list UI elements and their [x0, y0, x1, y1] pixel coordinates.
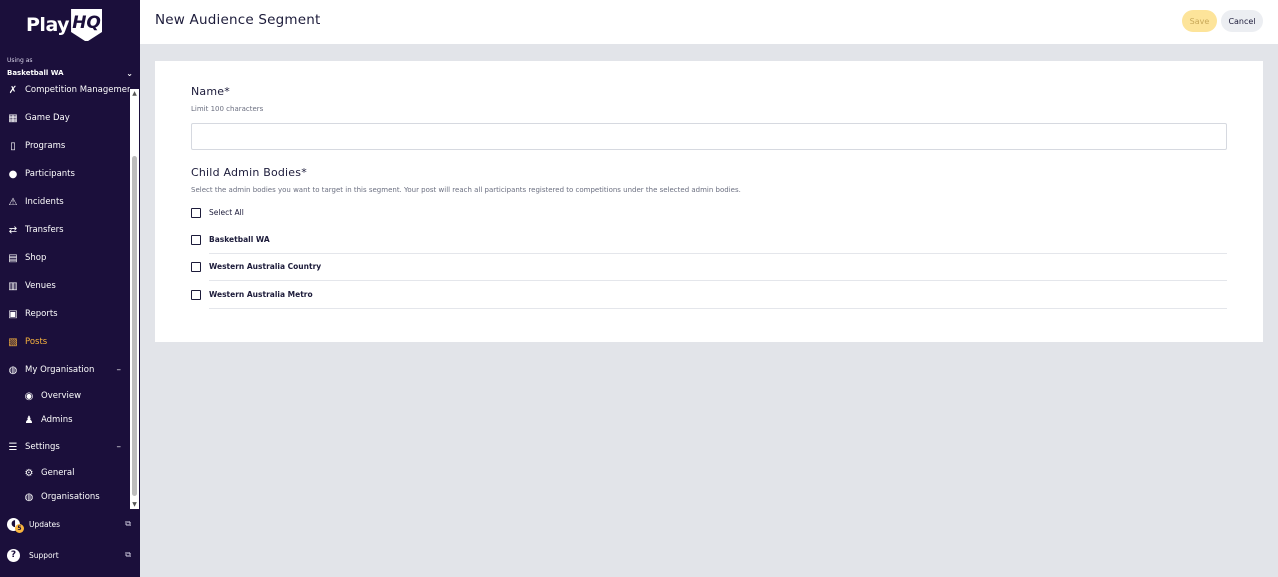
- sidebar-item-label: Venues: [25, 281, 56, 291]
- page-title: New Audience Segment: [155, 12, 321, 28]
- sidebar-item-participants[interactable]: ● Participants: [0, 164, 130, 184]
- sidebar-item-venues[interactable]: ▥ Venues: [0, 276, 130, 296]
- posts-icon: ▧: [8, 336, 18, 348]
- child-admin-bodies-hint: Select the admin bodies you want to targ…: [191, 186, 741, 194]
- name-field-hint: Limit 100 characters: [191, 105, 264, 113]
- page-header: New Audience Segment Save Cancel: [140, 0, 1278, 44]
- admin-body-row[interactable]: Western Australia Metro: [191, 282, 1227, 309]
- sidebar-item-general[interactable]: ⚙ General: [0, 463, 130, 483]
- globe-icon: ◍: [8, 364, 18, 376]
- organisation-selector[interactable]: Basketball WA ⌄: [7, 67, 133, 79]
- sidebar-item-shop[interactable]: ▤ Shop: [0, 248, 130, 268]
- segment-form-card: Name* Limit 100 characters Child Admin B…: [155, 61, 1263, 342]
- sidebar-item-programs[interactable]: ▯ Programs: [0, 136, 130, 156]
- sidebar-item-overview[interactable]: ◉ Overview: [0, 386, 130, 406]
- sidebar: Play HQ Using as Basketball WA ⌄ ✗ Compe…: [0, 0, 140, 577]
- competition-icon: ✗: [8, 84, 18, 96]
- sidebar-item-label: Settings: [25, 442, 60, 452]
- gear-icon: ⚙: [24, 467, 34, 479]
- admin-body-label: Western Australia Country: [209, 262, 322, 271]
- sidebar-item-organisations[interactable]: ◍ Organisations: [0, 487, 130, 507]
- sidebar-item-label: My Organisation: [25, 365, 95, 375]
- sidebar-item-label: Posts: [25, 337, 48, 347]
- cancel-button[interactable]: Cancel: [1221, 10, 1263, 32]
- book-icon: ▯: [10, 140, 16, 152]
- warning-icon: ⚠: [8, 196, 18, 208]
- sidebar-item-label: Organisations: [41, 492, 100, 502]
- admin-body-label: Basketball WA: [209, 235, 270, 244]
- sidebar-item-label: Incidents: [25, 197, 64, 207]
- settings-icon: ☰: [8, 441, 18, 453]
- select-all-checkbox[interactable]: [191, 208, 201, 218]
- select-all-row[interactable]: Select All: [191, 200, 1227, 227]
- sidebar-item-game-day[interactable]: ▦ Game Day: [0, 108, 130, 128]
- sidebar-item-label: Competition Management: [25, 85, 130, 95]
- sidebar-item-reports[interactable]: ▣ Reports: [0, 304, 130, 324]
- name-input[interactable]: [191, 123, 1227, 150]
- admin-icon: ♟: [24, 414, 34, 426]
- transfer-icon: ⇄: [8, 224, 18, 236]
- name-field-title: Name*: [191, 85, 230, 98]
- logo-play-text: Play: [26, 14, 70, 36]
- child-admin-bodies-title: Child Admin Bodies*: [191, 166, 307, 179]
- admin-body-checkbox[interactable]: [191, 262, 201, 272]
- sidebar-item-label: Participants: [25, 169, 75, 179]
- sidebar-item-competition-management[interactable]: ✗ Competition Management: [0, 84, 130, 100]
- organisation-name: Basketball WA: [7, 69, 64, 77]
- external-link-icon: ⧉: [125, 550, 131, 559]
- save-button[interactable]: Save: [1182, 10, 1217, 32]
- sidebar-scrollbar[interactable]: ▲ ▼: [130, 89, 139, 509]
- sidebar-item-admins[interactable]: ♟ Admins: [0, 410, 130, 430]
- admin-body-row[interactable]: Western Australia Country: [191, 254, 1227, 281]
- people-icon: ●: [8, 168, 18, 180]
- globe-icon: ◍: [24, 491, 34, 503]
- overview-icon: ◉: [24, 390, 34, 402]
- sidebar-item-my-organisation[interactable]: ◍ My Organisation –: [0, 360, 130, 380]
- admin-body-row[interactable]: Basketball WA: [191, 227, 1227, 254]
- sidebar-item-posts[interactable]: ▧ Posts: [0, 332, 130, 352]
- sidebar-item-label: Game Day: [25, 113, 70, 123]
- row-divider: [209, 308, 1227, 309]
- admin-body-label: Western Australia Metro: [209, 290, 313, 299]
- sidebar-item-transfers[interactable]: ⇄ Transfers: [0, 220, 130, 240]
- support-label: Support: [29, 550, 59, 560]
- sidebar-item-label: General: [41, 468, 75, 478]
- sidebar-nav: ✗ Competition Management ▦ Game Day ▯ Pr…: [0, 84, 130, 512]
- sidebar-item-label: Admins: [41, 415, 73, 425]
- sidebar-item-label: Transfers: [25, 225, 64, 235]
- shop-icon: ▤: [8, 252, 18, 264]
- reports-icon: ▣: [8, 308, 18, 320]
- logo-hq-text: HQ: [71, 9, 102, 41]
- sidebar-item-incidents[interactable]: ⚠ Incidents: [0, 192, 130, 212]
- scroll-down-arrow-icon[interactable]: ▼: [130, 500, 139, 509]
- support-link[interactable]: ? Support ⧉: [0, 545, 140, 565]
- scrollbar-thumb[interactable]: [132, 156, 137, 496]
- help-icon: ?: [7, 548, 20, 562]
- updates-label: Updates: [29, 519, 61, 529]
- sidebar-item-label: Shop: [25, 253, 47, 263]
- sidebar-item-label: Programs: [25, 141, 66, 151]
- sidebar-item-label: Overview: [41, 391, 82, 401]
- collapse-toggle[interactable]: –: [117, 442, 122, 452]
- admin-body-checkbox[interactable]: [191, 235, 201, 245]
- collapse-toggle[interactable]: –: [117, 365, 122, 375]
- updates-badge: 5: [15, 524, 24, 533]
- sidebar-item-settings[interactable]: ☰ Settings –: [0, 437, 130, 457]
- scroll-up-arrow-icon[interactable]: ▲: [130, 89, 139, 98]
- using-as-label: Using as: [7, 57, 33, 64]
- admin-body-checkbox[interactable]: [191, 290, 201, 300]
- venue-icon: ▥: [8, 280, 18, 292]
- playhq-logo[interactable]: Play HQ: [26, 8, 102, 42]
- select-all-label: Select All: [209, 208, 244, 217]
- scoreboard-icon: ▦: [8, 112, 18, 124]
- updates-link[interactable]: ◖ 5 Updates ⧉: [0, 514, 140, 534]
- external-link-icon: ⧉: [125, 519, 131, 528]
- chevron-down-icon: ⌄: [126, 68, 133, 78]
- sidebar-item-label: Reports: [25, 309, 58, 319]
- row-divider: [209, 280, 1227, 281]
